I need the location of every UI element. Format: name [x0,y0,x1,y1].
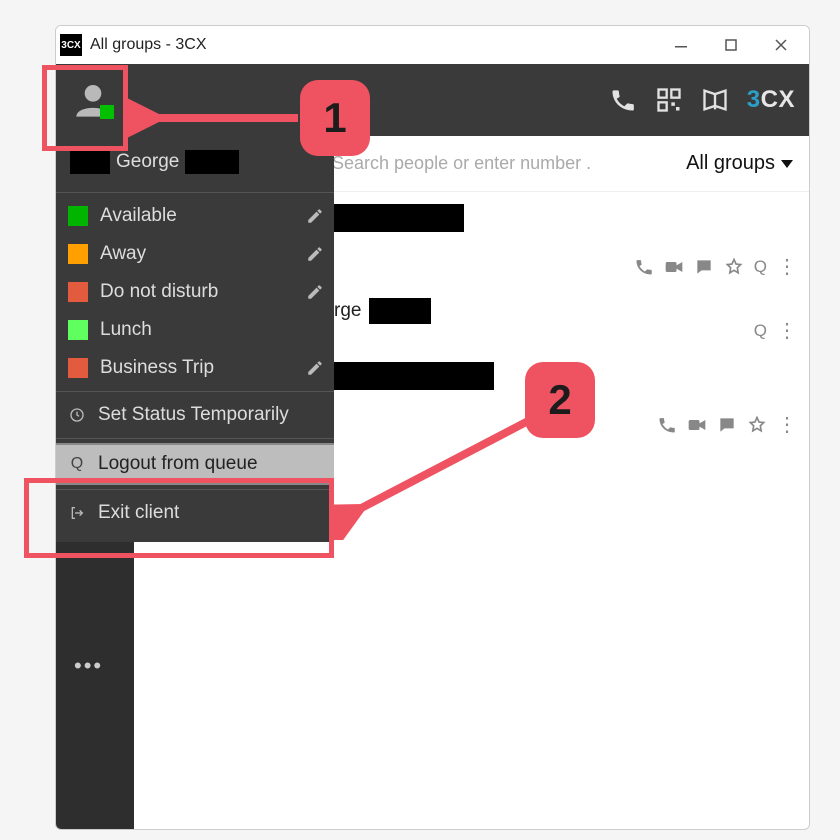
kebab-menu[interactable]: ⋮ [777,321,797,341]
redacted-text [70,150,110,174]
queue-badge: Q [754,321,767,341]
phone-icon[interactable] [609,86,637,114]
qr-icon[interactable] [655,86,683,114]
redacted-text [334,204,464,232]
redacted-text [185,150,239,174]
exit-client[interactable]: Exit client [56,494,334,532]
kebab-menu[interactable]: ⋮ [777,257,797,277]
group-filter-label: All groups [686,152,775,175]
pencil-icon[interactable] [306,359,324,377]
titlebar: 3CX All groups - 3CX [56,26,809,64]
annotation-arrow-1 [128,88,303,148]
chat-icon[interactable] [717,415,737,435]
brand-logo: 3CX [747,86,795,114]
status-color-swatch [68,358,88,378]
phone-icon[interactable] [657,415,677,435]
book-icon[interactable] [701,86,729,114]
separator [56,438,334,439]
annotation-badge-1: 1 [300,80,370,156]
logout-from-queue[interactable]: Logout from queue [56,443,334,485]
pencil-icon[interactable] [306,207,324,225]
chat-icon[interactable] [694,257,714,277]
action-label: Set Status Temporarily [98,404,289,426]
status-color-swatch [68,206,88,226]
status-business-trip[interactable]: Business Trip [56,349,334,387]
clock-icon [68,406,86,424]
redacted-text [369,298,431,324]
status-dnd[interactable]: Do not disturb [56,273,334,311]
status-label: Business Trip [100,357,214,379]
status-away[interactable]: Away [56,235,334,273]
pencil-icon[interactable] [306,245,324,263]
set-status-temporarily[interactable]: Set Status Temporarily [56,396,334,434]
star-icon[interactable] [747,415,767,435]
annotation-arrow-2 [330,400,540,540]
separator [56,391,334,392]
brand-part-a: 3 [747,86,761,113]
group-filter-dropdown[interactable]: All groups [686,152,793,175]
annotation-badge-2: 2 [525,362,595,438]
status-label: Lunch [100,319,152,341]
status-available[interactable]: Available [56,197,334,235]
status-color-swatch [68,320,88,340]
chevron-down-icon [781,160,793,168]
exit-icon [68,504,86,522]
redacted-text [334,362,494,390]
maximize-button[interactable] [717,31,745,59]
contact-actions: Q ⋮ [754,321,797,341]
status-lunch[interactable]: Lunch [56,311,334,349]
pencil-icon[interactable] [306,283,324,301]
brand-part-b: CX [761,86,795,113]
action-label: Logout from queue [98,453,258,475]
presence-indicator [100,105,114,119]
queue-badge: Q [754,257,767,277]
close-button[interactable] [767,31,795,59]
user-name: George [116,151,179,173]
search-input[interactable] [332,153,668,174]
app-icon: 3CX [60,34,82,56]
status-color-swatch [68,282,88,302]
window-title: All groups - 3CX [90,36,667,54]
contact-name-fragment: rge [334,300,361,322]
status-label: Available [100,205,177,227]
queue-icon [68,455,86,473]
contact-actions: Q ⋮ [634,257,797,277]
star-icon[interactable] [724,257,744,277]
separator [56,192,334,193]
separator [56,489,334,490]
kebab-menu[interactable]: ⋮ [777,415,797,435]
status-color-swatch [68,244,88,264]
more-menu-icon[interactable]: ••• [74,653,103,679]
header-actions: 3CX [609,86,795,114]
phone-icon[interactable] [634,257,654,277]
window-controls [667,31,795,59]
status-label: Away [100,243,146,265]
avatar-button[interactable] [70,77,116,123]
video-icon[interactable] [664,257,684,277]
minimize-button[interactable] [667,31,695,59]
action-label: Exit client [98,502,179,524]
status-dropdown: George Available Away Do not disturb Lun… [56,136,334,542]
status-label: Do not disturb [100,281,218,303]
video-icon[interactable] [687,415,707,435]
contact-actions: ⋮ [657,415,797,435]
